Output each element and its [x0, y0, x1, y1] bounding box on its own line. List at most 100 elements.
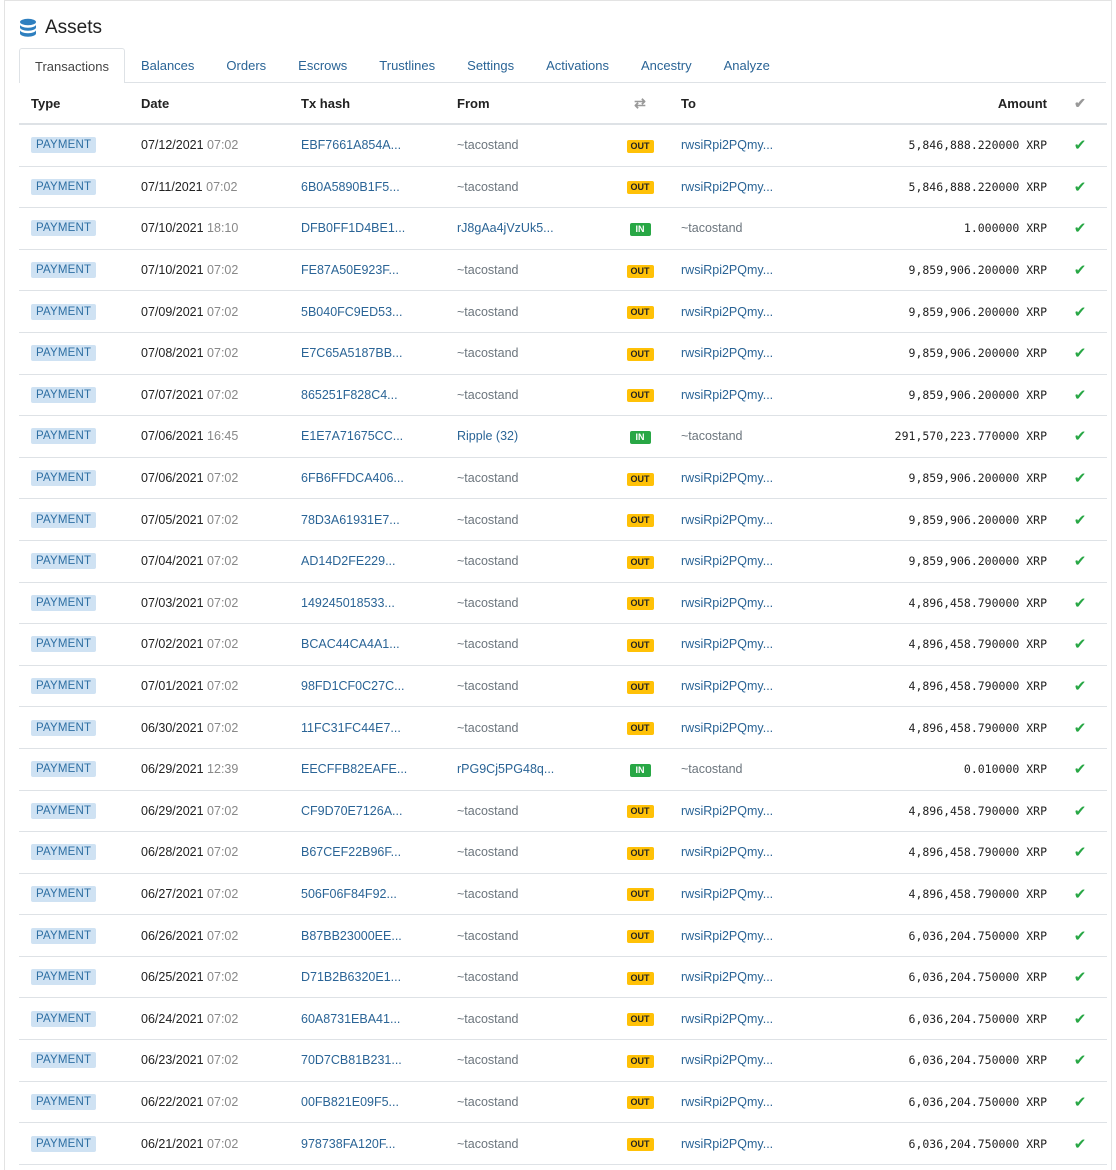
- tx-hash-link[interactable]: AD14D2FE229...: [301, 554, 396, 568]
- table-row[interactable]: PAYMENT 07/12/2021 07:02 EBF7661A854A... ~t…: [19, 124, 1107, 167]
- to-account-link[interactable]: rwsiRpi2PQmy...: [681, 138, 773, 152]
- table-row[interactable]: PAYMENT 07/02/2021 07:02 BCAC44CA4A1... ~ta…: [19, 623, 1107, 666]
- table-row[interactable]: PAYMENT 07/10/2021 07:02 FE87A50E923F... ~t…: [19, 249, 1107, 292]
- column-tx-hash[interactable]: Tx hash: [289, 83, 445, 125]
- table-row[interactable]: PAYMENT 07/05/2021 07:02 78D3A61931E7... ~t…: [19, 498, 1107, 541]
- from-account-link[interactable]: Ripple (32): [457, 429, 518, 443]
- column-type[interactable]: Type: [19, 83, 129, 125]
- date-cell: 06/23/2021 07:02: [129, 1039, 289, 1082]
- tab-escrows[interactable]: Escrows: [282, 48, 363, 82]
- tab-settings[interactable]: Settings: [451, 48, 530, 82]
- direction-badge: OUT: [626, 638, 654, 652]
- tx-hash-link[interactable]: 865251F828C4...: [301, 388, 398, 402]
- to-account-link[interactable]: rwsiRpi2PQmy...: [681, 263, 773, 277]
- to-account-link[interactable]: rwsiRpi2PQmy...: [681, 596, 773, 610]
- tx-hash-link[interactable]: BCAC44CA4A1...: [301, 637, 400, 651]
- tx-hash-link[interactable]: EBF7661A854A...: [301, 138, 401, 152]
- tx-hash-link[interactable]: 70D7CB81B231...: [301, 1053, 402, 1067]
- tab-transactions[interactable]: Transactions: [19, 48, 125, 83]
- table-row[interactable]: PAYMENT 06/28/2021 07:02 B67CEF22B96F... ~t…: [19, 831, 1107, 874]
- tx-hash-link[interactable]: 98FD1CF0C27C...: [301, 679, 405, 693]
- to-account-link[interactable]: rwsiRpi2PQmy...: [681, 513, 773, 527]
- table-row[interactable]: PAYMENT 06/24/2021 07:02 60A8731EBA41... ~t…: [19, 997, 1107, 1041]
- table-row[interactable]: PAYMENT 07/11/2021 07:02 6B0A5890B1F5... ~t…: [19, 166, 1107, 209]
- tab-trustlines[interactable]: Trustlines: [363, 48, 451, 82]
- tx-hash-link[interactable]: B87BB23000EE...: [301, 929, 402, 943]
- table-row[interactable]: PAYMENT 06/23/2021 07:02 70D7CB81B231... ~t…: [19, 1039, 1107, 1082]
- tx-hash-link[interactable]: 60A8731EBA41...: [301, 1012, 400, 1026]
- tx-time: 07:02: [207, 928, 239, 943]
- column-from[interactable]: From: [445, 83, 611, 125]
- to-account-link[interactable]: rwsiRpi2PQmy...: [681, 804, 773, 818]
- check-icon: ✔: [1073, 1093, 1087, 1111]
- tx-hash-link[interactable]: CF9D70E7126A...: [301, 804, 402, 818]
- to-account-link[interactable]: rwsiRpi2PQmy...: [681, 929, 773, 943]
- to-account-link[interactable]: rwsiRpi2PQmy...: [681, 1012, 773, 1026]
- to-account-link[interactable]: rwsiRpi2PQmy...: [681, 1053, 773, 1067]
- column-amount[interactable]: Amount: [829, 83, 1053, 125]
- to-account-link[interactable]: rwsiRpi2PQmy...: [681, 388, 773, 402]
- table-row[interactable]: PAYMENT 07/07/2021 07:02 865251F828C4... ~t…: [19, 374, 1107, 417]
- table-row[interactable]: PAYMENT 07/06/2021 07:02 6FB6FFDCA406... ~t…: [19, 457, 1107, 500]
- table-row[interactable]: PAYMENT 06/26/2021 07:02 B87BB23000EE... ~t…: [19, 914, 1107, 957]
- table-row[interactable]: PAYMENT 07/03/2021 07:02 149245018533... ~t…: [19, 582, 1107, 625]
- table-row[interactable]: PAYMENT 06/27/2021 07:02 506F06F84F92... ~t…: [19, 873, 1107, 916]
- table-row[interactable]: PAYMENT 06/29/2021 07:02 CF9D70E7126A... ~t…: [19, 790, 1107, 833]
- tab-analyze[interactable]: Analyze: [708, 48, 786, 82]
- column-date[interactable]: Date: [129, 83, 289, 125]
- from-account-link[interactable]: rPG9Cj5PG48q...: [457, 762, 554, 776]
- to-account-link[interactable]: rwsiRpi2PQmy...: [681, 1137, 773, 1151]
- to-account-link[interactable]: rwsiRpi2PQmy...: [681, 471, 773, 485]
- to-account-link[interactable]: rwsiRpi2PQmy...: [681, 180, 773, 194]
- to-account-link[interactable]: rwsiRpi2PQmy...: [681, 637, 773, 651]
- tx-hash-link[interactable]: DFB0FF1D4BE1...: [301, 221, 405, 235]
- tx-hash-link[interactable]: 5B040FC9ED53...: [301, 305, 402, 319]
- to-account-link[interactable]: rwsiRpi2PQmy...: [681, 887, 773, 901]
- from-account-link[interactable]: rJ8gAa4jVzUk5...: [457, 221, 554, 235]
- tx-hash-link[interactable]: 6FB6FFDCA406...: [301, 471, 404, 485]
- tx-hash-link[interactable]: EECFFB82EAFE...: [301, 762, 407, 776]
- tx-hash-link[interactable]: FE87A50E923F...: [301, 263, 399, 277]
- tx-hash-link[interactable]: E7C65A5187BB...: [301, 346, 402, 360]
- tx-date: 07/12/2021: [141, 138, 204, 153]
- table-row[interactable]: PAYMENT 06/25/2021 07:02 D71B2B6320E1... ~t…: [19, 956, 1107, 999]
- table-row[interactable]: PAYMENT 07/09/2021 07:02 5B040FC9ED53... ~t…: [19, 290, 1107, 333]
- tx-hash-link[interactable]: B67CEF22B96F...: [301, 845, 401, 859]
- tx-hash-link[interactable]: 978738FA120F...: [301, 1137, 396, 1151]
- table-row[interactable]: PAYMENT 06/22/2021 07:02 00FB821E09F5... ~t…: [19, 1081, 1107, 1124]
- table-row[interactable]: PAYMENT 07/01/2021 07:02 98FD1CF0C27C... ~t…: [19, 665, 1107, 708]
- tx-hash-link[interactable]: 00FB821E09F5...: [301, 1095, 399, 1109]
- tab-balances[interactable]: Balances: [125, 48, 210, 82]
- table-row[interactable]: PAYMENT 06/21/2021 07:02 978738FA120F... ~t…: [19, 1122, 1107, 1165]
- tx-hash-link[interactable]: 149245018533...: [301, 596, 395, 610]
- table-row[interactable]: PAYMENT 06/30/2021 07:02 11FC31FC44E7... ~t…: [19, 706, 1107, 749]
- tx-hash-link[interactable]: D71B2B6320E1...: [301, 970, 401, 984]
- to-account-link[interactable]: rwsiRpi2PQmy...: [681, 1095, 773, 1109]
- to-account-link[interactable]: rwsiRpi2PQmy...: [681, 845, 773, 859]
- column-to[interactable]: To: [669, 83, 829, 125]
- tx-hash-link[interactable]: 506F06F84F92...: [301, 887, 397, 901]
- table-row[interactable]: PAYMENT 07/04/2021 07:02 AD14D2FE229... ~ta…: [19, 540, 1107, 583]
- tx-time: 07:02: [207, 138, 239, 153]
- table-row[interactable]: PAYMENT 07/08/2021 07:02 E7C65A5187BB... ~t…: [19, 332, 1107, 375]
- table-row[interactable]: PAYMENT 07/06/2021 16:45 E1E7A71675CC... Ri…: [19, 415, 1107, 458]
- type-badge: PAYMENT: [31, 386, 97, 403]
- tab-ancestry[interactable]: Ancestry: [625, 48, 708, 82]
- to-account-link[interactable]: rwsiRpi2PQmy...: [681, 305, 773, 319]
- tab-orders[interactable]: Orders: [210, 48, 282, 82]
- to-account-link[interactable]: rwsiRpi2PQmy...: [681, 721, 773, 735]
- from-cell: Ripple (32): [445, 415, 611, 458]
- to-account-link[interactable]: rwsiRpi2PQmy...: [681, 679, 773, 693]
- from-cell: ~tacostand: [445, 457, 611, 500]
- tx-hash-link[interactable]: E1E7A71675CC...: [301, 429, 403, 443]
- from-cell: ~tacostand: [445, 623, 611, 666]
- to-account-link[interactable]: rwsiRpi2PQmy...: [681, 970, 773, 984]
- tx-hash-link[interactable]: 6B0A5890B1F5...: [301, 180, 400, 194]
- table-row[interactable]: PAYMENT 06/29/2021 12:39 EECFFB82EAFE... rP…: [19, 748, 1107, 791]
- to-account-link[interactable]: rwsiRpi2PQmy...: [681, 554, 773, 568]
- tab-activations[interactable]: Activations: [530, 48, 625, 82]
- tx-hash-link[interactable]: 78D3A61931E7...: [301, 513, 400, 527]
- to-account-link[interactable]: rwsiRpi2PQmy...: [681, 346, 773, 360]
- table-row[interactable]: PAYMENT 07/10/2021 18:10 DFB0FF1D4BE1... rJ…: [19, 207, 1107, 250]
- tx-hash-link[interactable]: 11FC31FC44E7...: [301, 721, 401, 735]
